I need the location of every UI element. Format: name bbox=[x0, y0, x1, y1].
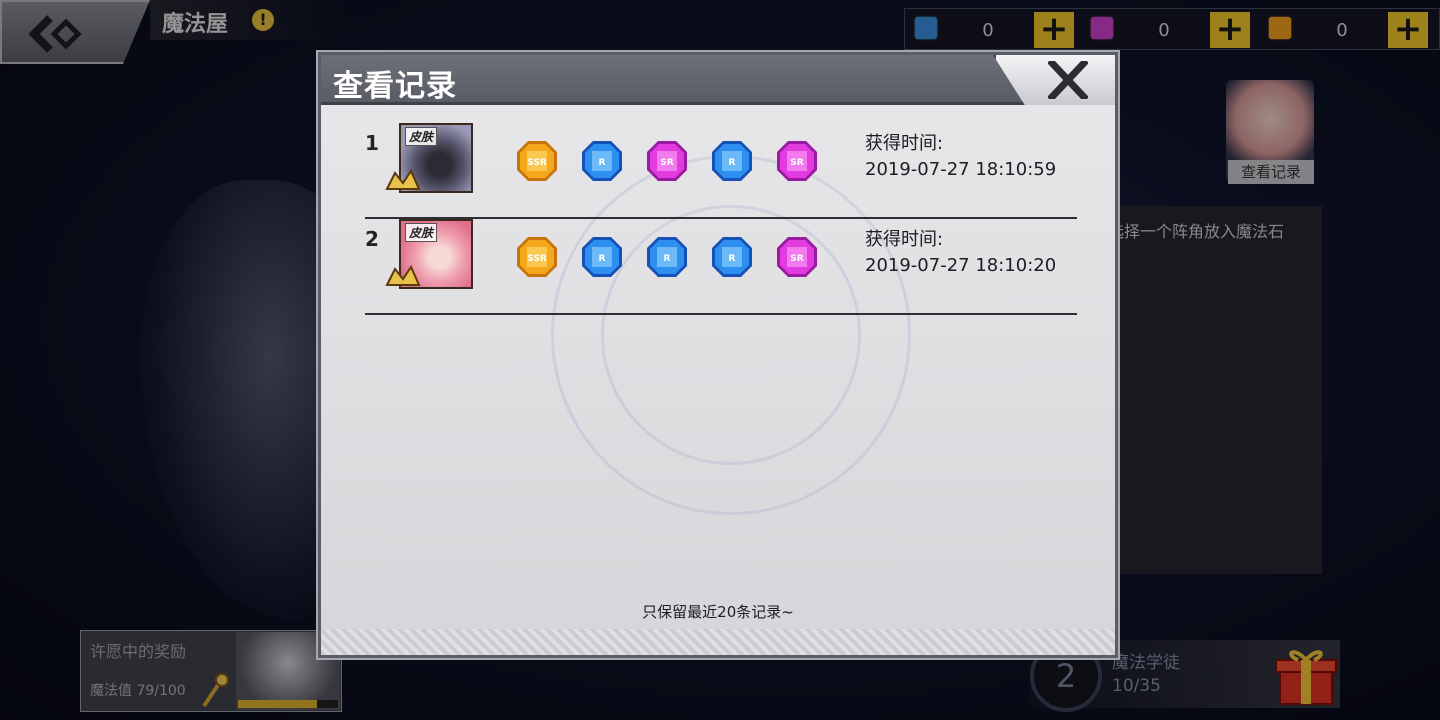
close-button[interactable] bbox=[993, 55, 1115, 105]
gem-rarity-label: R bbox=[599, 254, 606, 264]
skin-tag: 皮肤 bbox=[405, 127, 438, 146]
skin-badge-icon bbox=[385, 169, 421, 190]
pink-gem-icon: SR bbox=[647, 141, 687, 181]
obtained-time-label: 获得时间: bbox=[865, 229, 944, 250]
obtained-time-value: 2019-07-27 18:10:20 bbox=[865, 255, 1057, 276]
skin-tag: 皮肤 bbox=[405, 223, 438, 242]
pink-gem-icon: SR bbox=[777, 141, 817, 181]
gem-rarity-label: SSR bbox=[527, 254, 547, 264]
record-index: 2 bbox=[365, 227, 379, 251]
blue-gem-icon: R bbox=[712, 141, 752, 181]
gem-rarity-label: R bbox=[599, 158, 606, 168]
gem-rarity-label: SSR bbox=[527, 158, 547, 168]
record-row: 1 皮肤 SSR R SR R SR 获得时间: 2019-07-27 18:10:59 bbox=[365, 123, 1077, 219]
dialog-footer-pattern bbox=[321, 629, 1115, 655]
blue-gem-icon: R bbox=[582, 141, 622, 181]
gem-rarity-label: R bbox=[664, 254, 671, 264]
record-index: 1 bbox=[365, 131, 379, 155]
close-icon bbox=[1048, 61, 1088, 99]
record-limit-note: 只保留最近20条记录~ bbox=[642, 603, 794, 621]
dialog-title: 查看记录 bbox=[333, 69, 457, 104]
obtained-time-label: 获得时间: bbox=[865, 133, 944, 154]
dialog-header: 查看记录 bbox=[321, 55, 1115, 105]
blue-gem-icon: R bbox=[647, 237, 687, 277]
gem-rarity-label: SR bbox=[790, 158, 803, 168]
pink-gem-icon: SR bbox=[777, 237, 817, 277]
gold-gem-icon: SSR bbox=[517, 141, 557, 181]
record-dialog: 查看记录 1 皮肤 SSR R SR R SR 获得时间: 2019-07-27 18:10:5… bbox=[318, 52, 1118, 658]
gem-rarity-label: SR bbox=[660, 158, 673, 168]
record-row: 2 皮肤 SSR R R R SR 获得时间: 2019-07-27 18:10:20 bbox=[365, 219, 1077, 315]
gem-rarity-label: R bbox=[729, 158, 736, 168]
blue-gem-icon: R bbox=[582, 237, 622, 277]
skin-badge-icon bbox=[385, 265, 421, 286]
obtained-time-value: 2019-07-27 18:10:59 bbox=[865, 159, 1057, 180]
gold-gem-icon: SSR bbox=[517, 237, 557, 277]
gem-rarity-label: R bbox=[729, 254, 736, 264]
gem-rarity-label: SR bbox=[790, 254, 803, 264]
blue-gem-icon: R bbox=[712, 237, 752, 277]
